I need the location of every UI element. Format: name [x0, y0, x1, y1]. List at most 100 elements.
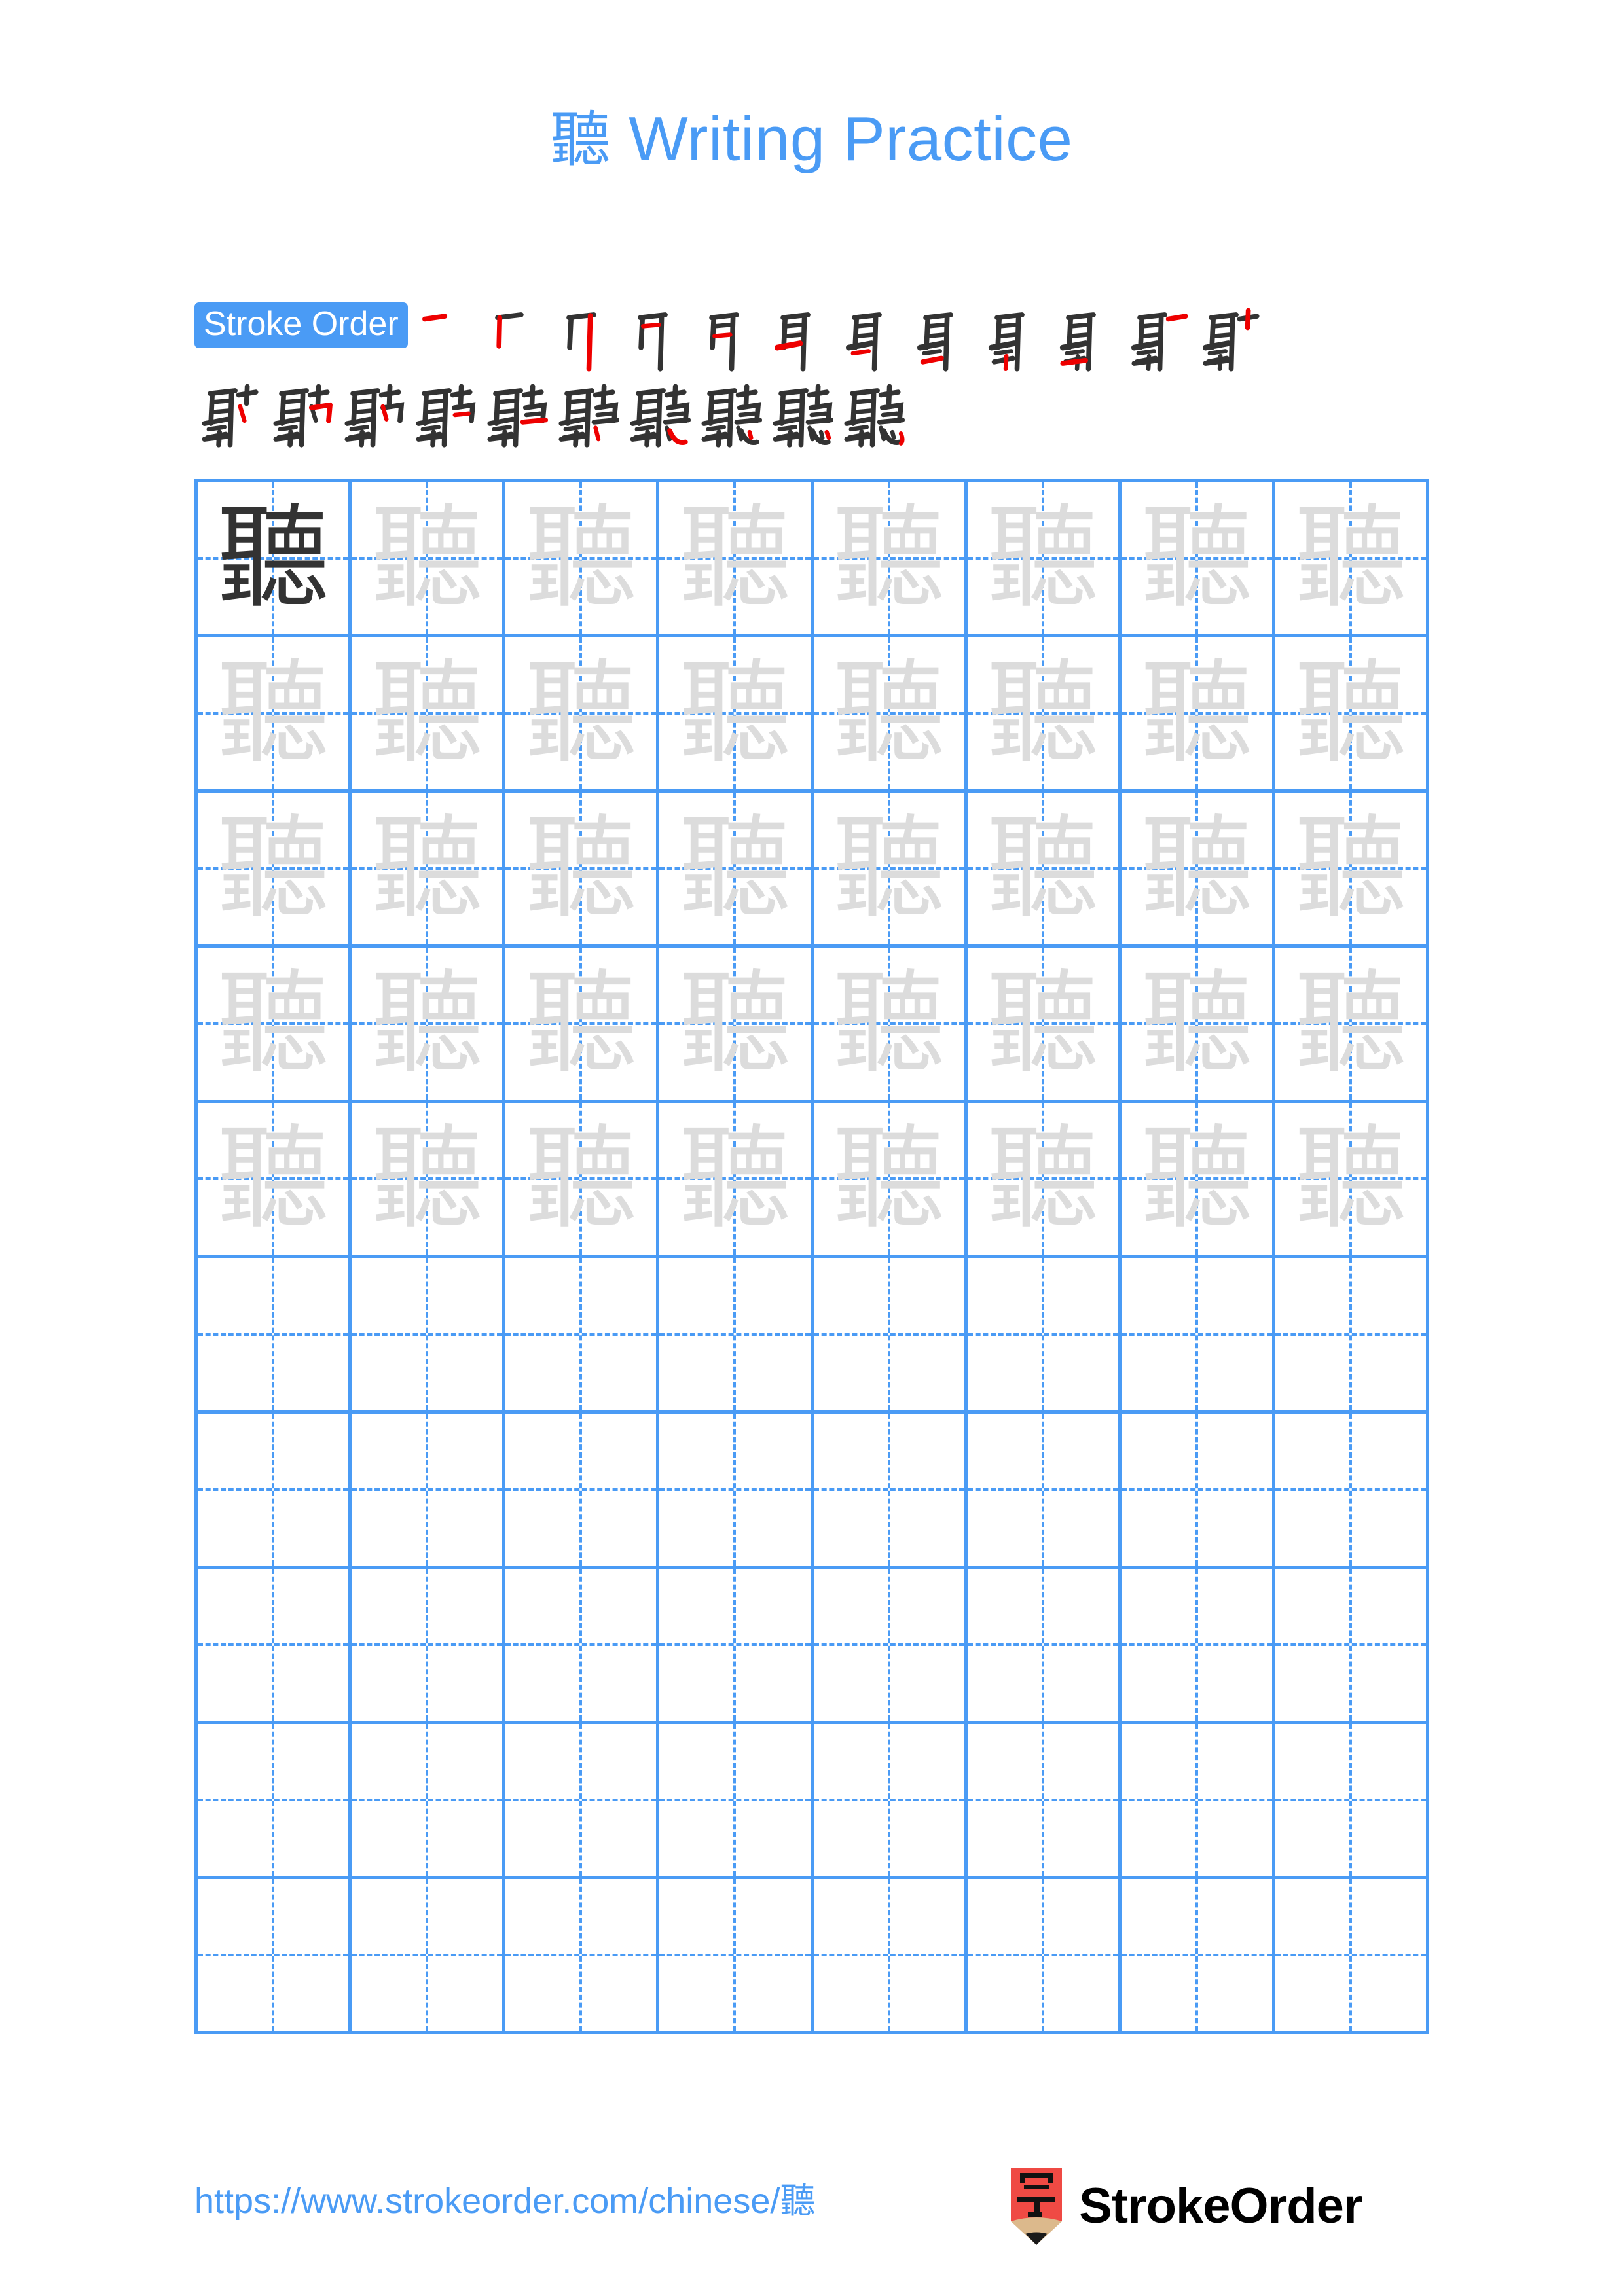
- practice-cell[interactable]: [198, 1568, 352, 1721]
- practice-cell[interactable]: [1275, 1723, 1429, 1876]
- stroke-diagram-1: [410, 302, 482, 376]
- practice-cell[interactable]: 聽: [198, 637, 352, 790]
- practice-cell[interactable]: 聽: [1275, 482, 1429, 635]
- practice-cell[interactable]: 聽: [968, 793, 1122, 945]
- practice-cell[interactable]: 聽: [814, 637, 968, 790]
- practice-cell[interactable]: 聽: [1275, 948, 1429, 1100]
- practice-cell[interactable]: 聽: [659, 948, 814, 1100]
- practice-cell[interactable]: [968, 1568, 1122, 1721]
- practice-cell[interactable]: 聽: [968, 1103, 1122, 1255]
- practice-cell[interactable]: 聽: [198, 1103, 352, 1255]
- practice-cell[interactable]: 聽: [505, 793, 660, 945]
- practice-cell[interactable]: 聽: [352, 793, 506, 945]
- page-title-text: [611, 104, 629, 174]
- practice-cell[interactable]: [968, 1878, 1122, 2031]
- practice-cell[interactable]: 聽: [814, 948, 968, 1100]
- practice-cell[interactable]: [659, 1723, 814, 1876]
- practice-cell[interactable]: 聽: [814, 793, 968, 945]
- practice-cell[interactable]: 聽: [352, 1103, 506, 1255]
- practice-cell[interactable]: [198, 1413, 352, 1566]
- strokeorder-logo[interactable]: StrokeOrder: [1008, 2168, 1362, 2245]
- practice-cell-character: 聽: [986, 958, 1099, 1090]
- practice-cell[interactable]: [352, 1258, 506, 1410]
- practice-cell[interactable]: [198, 1723, 352, 1876]
- practice-cell[interactable]: 聽: [1122, 482, 1275, 635]
- practice-cell-character: [659, 1258, 810, 1410]
- practice-cell[interactable]: 聽: [1122, 637, 1275, 790]
- stroke-diagram-21: [765, 378, 837, 452]
- practice-cell[interactable]: [352, 1413, 506, 1566]
- practice-cell[interactable]: 聽: [659, 793, 814, 945]
- practice-cell[interactable]: 聽: [505, 637, 660, 790]
- practice-cell[interactable]: [352, 1723, 506, 1876]
- practice-cell[interactable]: [814, 1723, 968, 1876]
- practice-cell[interactable]: 聽: [659, 482, 814, 635]
- practice-cell[interactable]: [505, 1413, 660, 1566]
- practice-cell-character: 聽: [371, 958, 484, 1090]
- practice-cell[interactable]: 聽: [968, 482, 1122, 635]
- stroke-diagram-13: [194, 378, 266, 452]
- practice-cell[interactable]: [814, 1413, 968, 1566]
- footer-url-link[interactable]: https://www.strokeorder.com/chinese/聽: [194, 2183, 815, 2219]
- practice-cell[interactable]: [814, 1568, 968, 1721]
- practice-grid-row: [198, 1413, 1429, 1569]
- practice-cell[interactable]: 聽: [968, 637, 1122, 790]
- practice-cell[interactable]: 聽: [352, 637, 506, 790]
- practice-grid-row: [198, 1723, 1429, 1879]
- practice-cell[interactable]: [1275, 1568, 1429, 1721]
- practice-cell[interactable]: [1122, 1723, 1275, 1876]
- practice-cell[interactable]: 聽: [198, 948, 352, 1100]
- practice-cell[interactable]: [968, 1723, 1122, 1876]
- practice-cell[interactable]: 聽: [505, 482, 660, 635]
- practice-cell[interactable]: 聽: [659, 1103, 814, 1255]
- practice-cell[interactable]: 聽: [814, 482, 968, 635]
- practice-cell[interactable]: 聽: [1275, 793, 1429, 945]
- practice-cell[interactable]: [814, 1878, 968, 2031]
- practice-cell[interactable]: 聽: [1122, 793, 1275, 945]
- practice-cell[interactable]: 聽: [352, 482, 506, 635]
- practice-cell[interactable]: [1122, 1413, 1275, 1566]
- practice-cell[interactable]: [968, 1413, 1122, 1566]
- practice-cell[interactable]: [1122, 1878, 1275, 2031]
- practice-cell[interactable]: 聽: [814, 1103, 968, 1255]
- practice-cell-character: 聽: [986, 802, 1099, 935]
- practice-cell[interactable]: [352, 1568, 506, 1721]
- practice-cell[interactable]: 聽: [1275, 1103, 1429, 1255]
- practice-cell[interactable]: 聽: [505, 948, 660, 1100]
- practice-cell[interactable]: 聽: [505, 1103, 660, 1255]
- practice-cell-character: [968, 1569, 1118, 1721]
- practice-cell[interactable]: [659, 1878, 814, 2031]
- practice-cell[interactable]: [814, 1258, 968, 1410]
- practice-cell[interactable]: [968, 1258, 1122, 1410]
- practice-cell-character: 聽: [1294, 647, 1407, 780]
- practice-cell[interactable]: [505, 1878, 660, 2031]
- practice-cell[interactable]: 聽: [198, 482, 352, 635]
- practice-cell[interactable]: [505, 1568, 660, 1721]
- practice-cell[interactable]: [198, 1258, 352, 1410]
- stroke-diagram-12: [1195, 302, 1267, 376]
- practice-cell-character: 聽: [524, 958, 638, 1090]
- practice-cell[interactable]: [1122, 1568, 1275, 1721]
- practice-cell[interactable]: 聽: [659, 637, 814, 790]
- practice-cell[interactable]: 聽: [968, 948, 1122, 1100]
- practice-cell-character: 聽: [371, 647, 484, 780]
- practice-cell[interactable]: [659, 1568, 814, 1721]
- practice-grid-row: [198, 1878, 1429, 2034]
- practice-cell[interactable]: [1275, 1413, 1429, 1566]
- practice-cell[interactable]: [1275, 1258, 1429, 1410]
- practice-cell[interactable]: [352, 1878, 506, 2031]
- practice-cell[interactable]: [505, 1258, 660, 1410]
- practice-cell[interactable]: 聽: [352, 948, 506, 1100]
- practice-cell[interactable]: [505, 1723, 660, 1876]
- practice-cell[interactable]: [1122, 1258, 1275, 1410]
- practice-cell[interactable]: [659, 1258, 814, 1410]
- practice-cell[interactable]: 聽: [1275, 637, 1429, 790]
- practice-cell-character: 聽: [371, 492, 484, 624]
- practice-cell[interactable]: 聽: [1122, 948, 1275, 1100]
- practice-cell[interactable]: [659, 1413, 814, 1566]
- practice-cell[interactable]: [198, 1878, 352, 2031]
- practice-cell-character: [1122, 1258, 1272, 1410]
- practice-cell[interactable]: 聽: [198, 793, 352, 945]
- practice-cell[interactable]: 聽: [1122, 1103, 1275, 1255]
- practice-cell[interactable]: [1275, 1878, 1429, 2031]
